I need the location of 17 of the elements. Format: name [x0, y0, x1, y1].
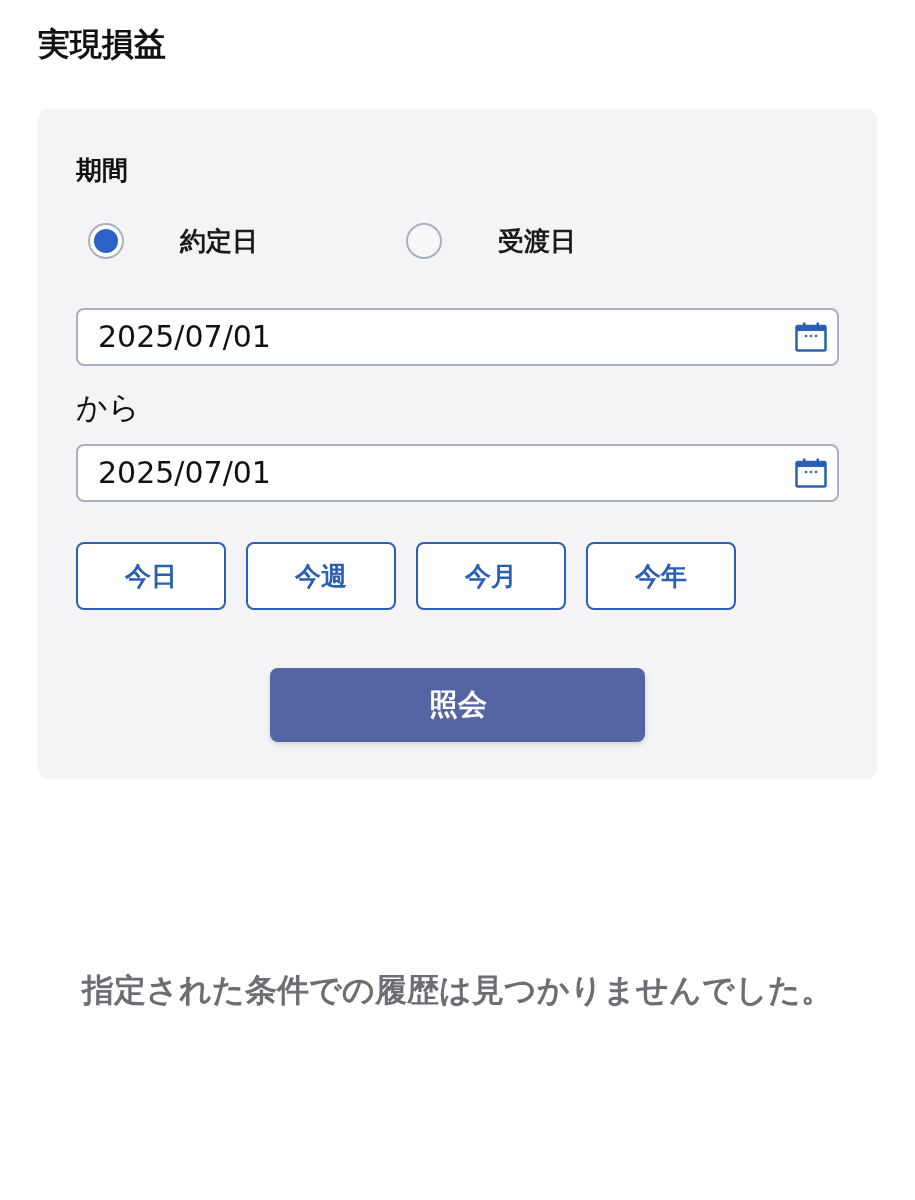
quick-range-button[interactable]: 今年: [586, 542, 736, 610]
date-field[interactable]: 2025/07/01: [76, 444, 839, 502]
range-separator: から: [76, 389, 140, 425]
search-button[interactable]: 照会: [270, 668, 645, 742]
period-label: 期間: [76, 155, 128, 185]
quick-range-button[interactable]: 今月: [416, 542, 566, 610]
radio-label[interactable]: 受渡日: [498, 224, 576, 258]
calendar-icon[interactable]: [795, 458, 827, 488]
page-title: 実現損益: [38, 24, 166, 64]
radio-button[interactable]: [406, 223, 442, 259]
date-field[interactable]: 2025/07/01: [76, 308, 839, 366]
empty-result-message: 指定された条件での履歴は見つかりませんでした。: [82, 970, 833, 1011]
quick-range-button[interactable]: 今週: [246, 542, 396, 610]
radio-button[interactable]: [88, 223, 124, 259]
radio-label[interactable]: 約定日: [180, 224, 258, 258]
quick-range-button[interactable]: 今日: [76, 542, 226, 610]
calendar-icon[interactable]: [795, 322, 827, 352]
